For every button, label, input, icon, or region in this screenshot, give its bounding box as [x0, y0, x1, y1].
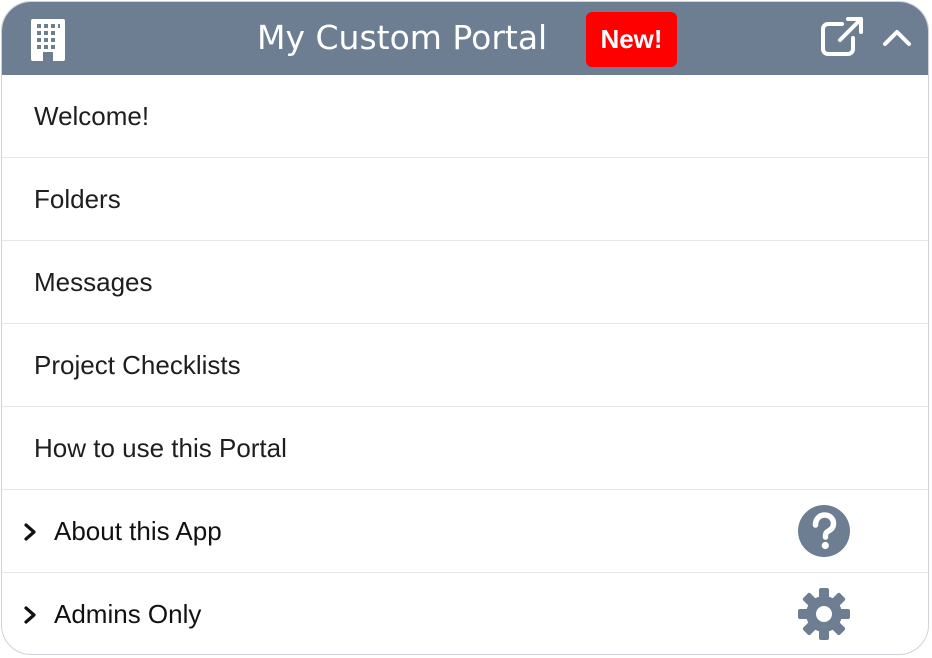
chevron-up-icon[interactable]	[880, 24, 914, 52]
portal-title: My Custom Portal	[257, 18, 548, 57]
portal-menu: Welcome! Folders Messages Project Checkl…	[2, 75, 928, 654]
chevron-right-icon[interactable]	[22, 605, 38, 625]
menu-item-label: Welcome!	[34, 101, 150, 131]
menu-item-folders[interactable]: Folders	[2, 158, 928, 241]
building-icon	[31, 19, 65, 61]
portal-header: My Custom Portal New!	[2, 2, 928, 75]
menu-item-project-checklists[interactable]: Project Checklists	[2, 324, 928, 407]
menu-item-label: Project Checklists	[34, 350, 241, 380]
portal-panel: My Custom Portal New! Welcome! Folders M…	[1, 1, 929, 655]
menu-item-about-this-app[interactable]: About this App	[2, 490, 928, 573]
chevron-right-icon[interactable]	[22, 522, 38, 542]
menu-item-welcome[interactable]: Welcome!	[2, 75, 928, 158]
menu-item-admins-only[interactable]: Admins Only	[2, 573, 928, 654]
menu-item-label: Messages	[34, 267, 153, 297]
external-link-icon[interactable]	[820, 16, 864, 58]
menu-item-messages[interactable]: Messages	[2, 241, 928, 324]
menu-item-label: Admins Only	[54, 599, 202, 629]
menu-item-label: About this App	[54, 516, 222, 546]
menu-item-label: Folders	[34, 184, 121, 214]
new-badge: New!	[586, 12, 677, 67]
question-circle-icon[interactable]	[797, 504, 851, 558]
gear-icon[interactable]	[797, 587, 851, 641]
menu-item-how-to-use[interactable]: How to use this Portal	[2, 407, 928, 490]
menu-item-label: How to use this Portal	[34, 433, 287, 463]
